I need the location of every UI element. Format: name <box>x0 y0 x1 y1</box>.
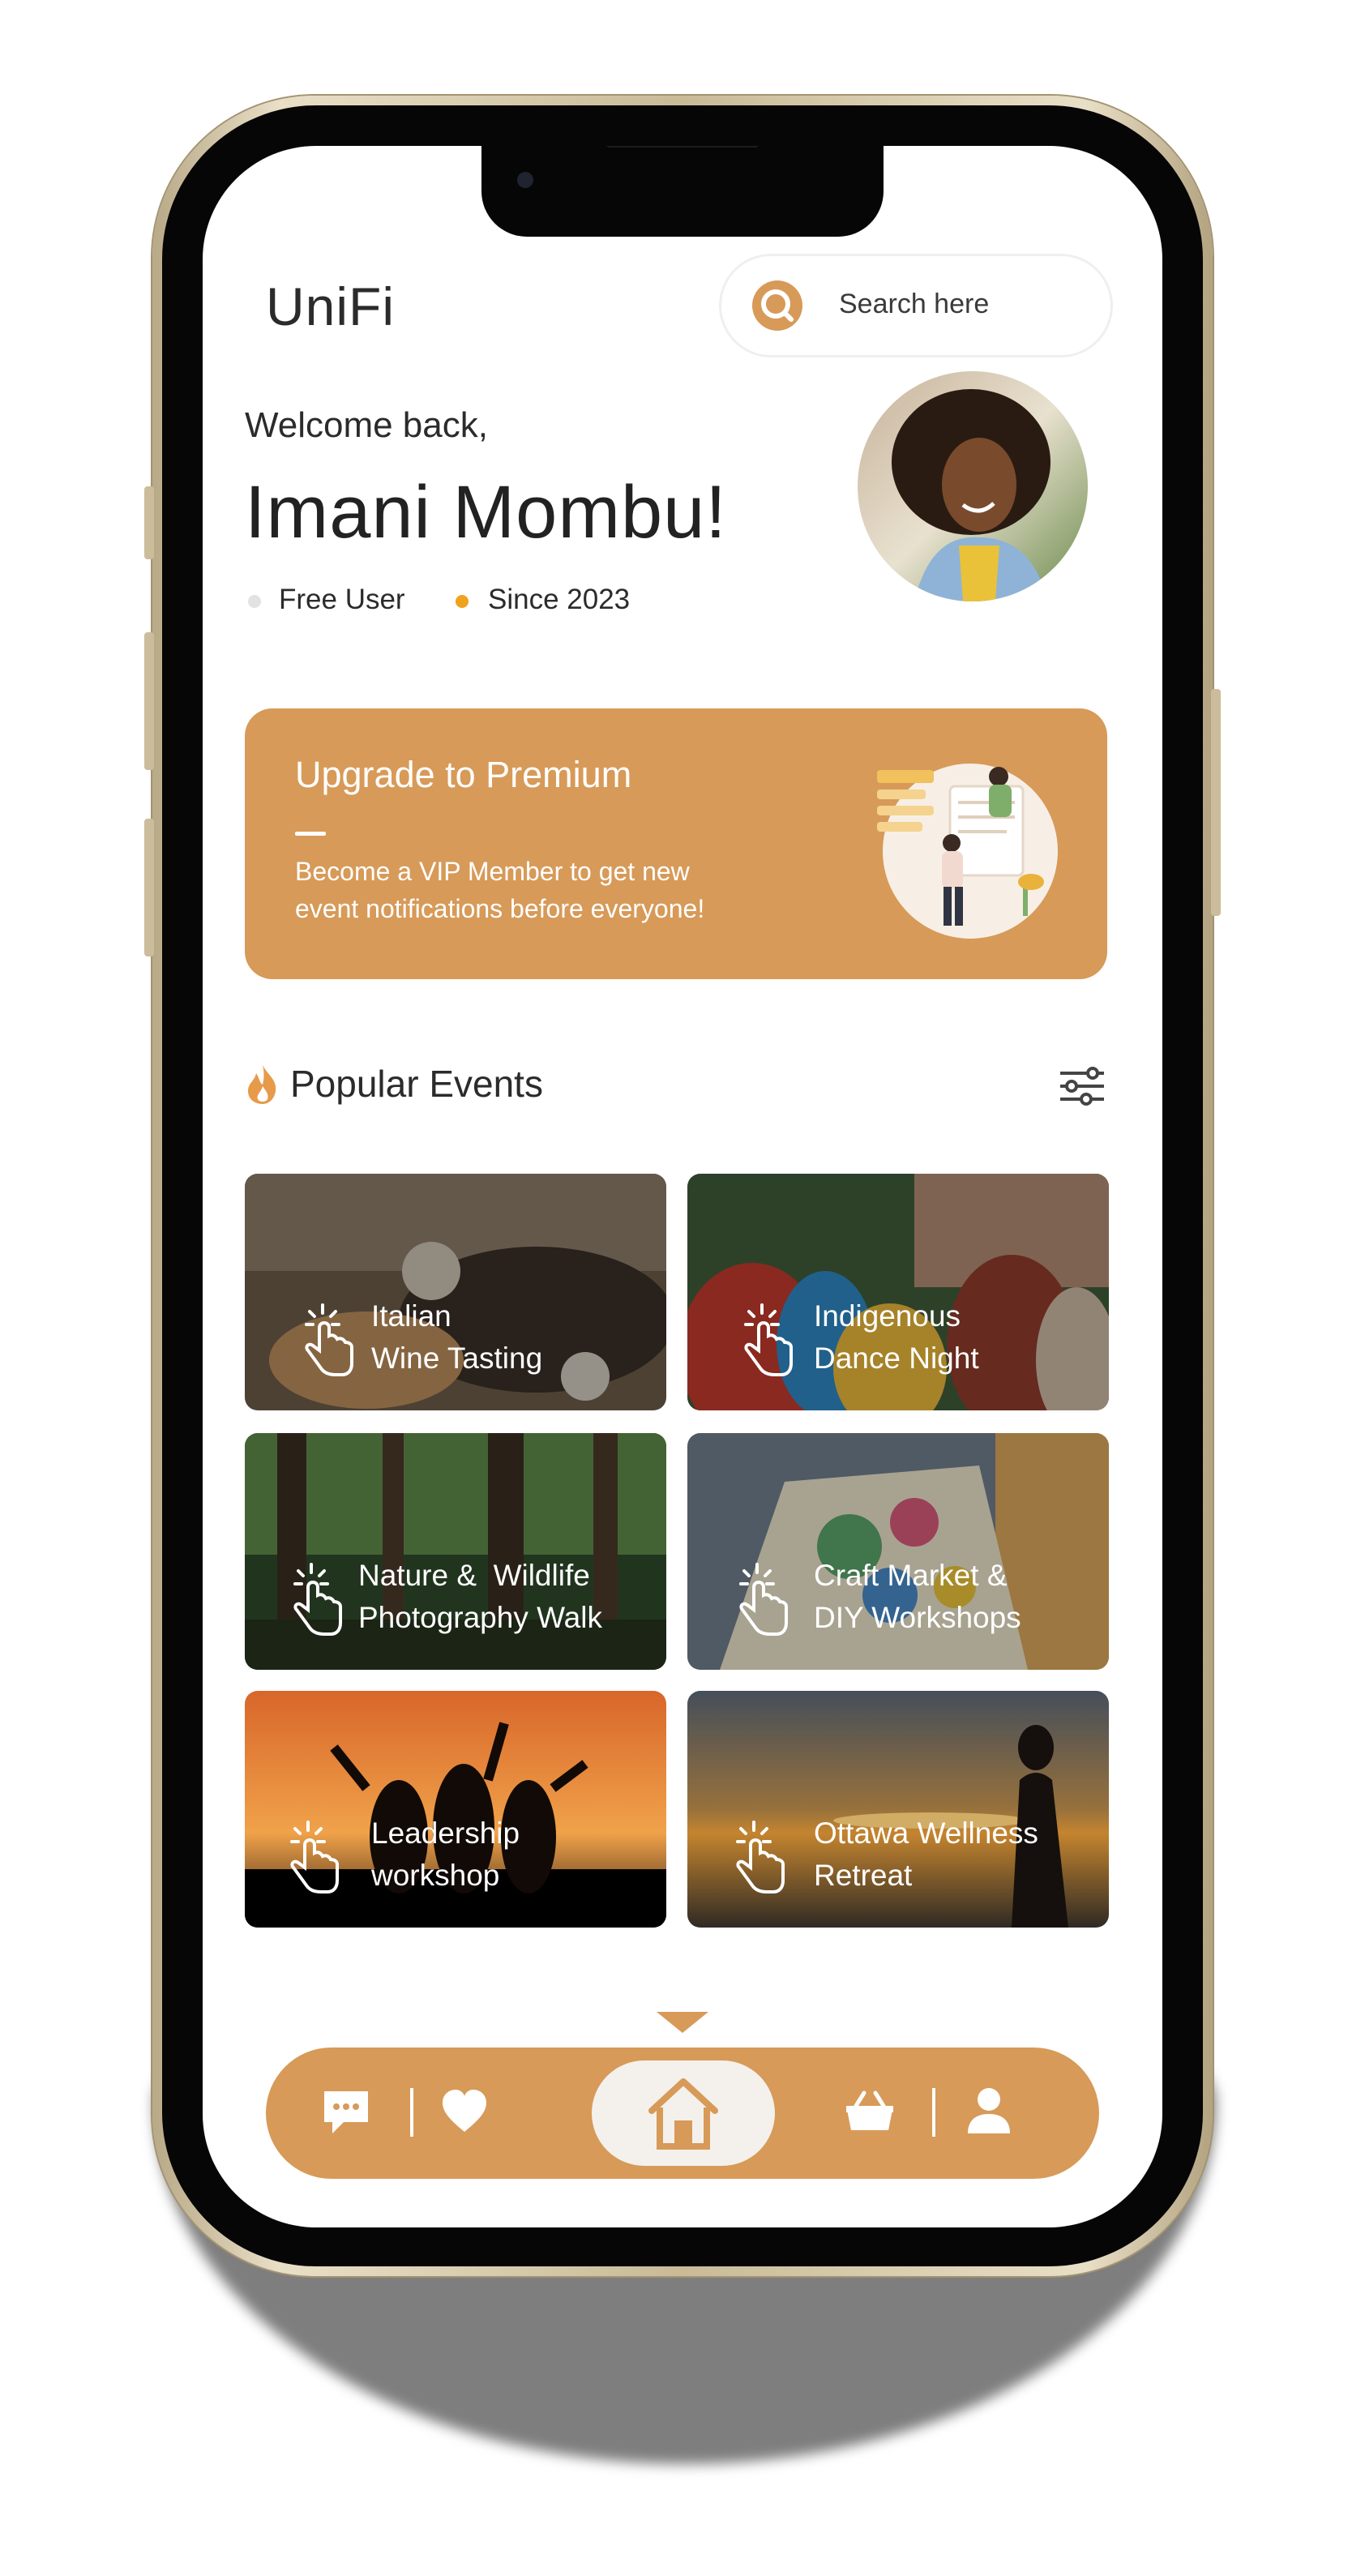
scroll-down-arrow-icon[interactable] <box>657 2012 708 2033</box>
banner-divider <box>295 832 326 836</box>
event-title: Ottawa Wellness Retreat <box>814 1812 1038 1897</box>
event-card-ottawa-wellness-retreat[interactable]: Ottawa Wellness Retreat <box>687 1691 1109 1928</box>
side-button-volume-down <box>144 819 154 956</box>
event-card-italian-wine-tasting[interactable]: Italian Wine Tasting <box>245 1174 666 1410</box>
flame-icon <box>245 1063 280 1106</box>
tap-hand-icon <box>287 1560 345 1637</box>
event-title-line2: DIY Workshops <box>814 1601 1021 1634</box>
welcome-text: Welcome back, <box>245 405 488 445</box>
home-icon[interactable] <box>645 2075 721 2151</box>
event-title-line1: Ottawa Wellness <box>814 1816 1038 1850</box>
event-title: Craft Market & DIY Workshops <box>814 1555 1021 1639</box>
app-title: UniFi <box>266 276 396 336</box>
since-tag: Since 2023 <box>488 584 631 615</box>
since-dot <box>456 595 469 608</box>
event-title: Nature & Wildlife Photography Walk <box>358 1555 602 1639</box>
event-title-line2: workshop <box>371 1859 500 1892</box>
search-placeholder: Search here <box>839 289 990 319</box>
free-user-tag: Free User <box>279 584 405 615</box>
tap-hand-icon <box>730 1817 788 1895</box>
event-title-line1: Craft Market & <box>814 1559 1008 1592</box>
popular-events-title: Popular Events <box>290 1063 543 1105</box>
bottom-nav-bar <box>266 2048 1099 2179</box>
tap-hand-icon <box>733 1560 791 1637</box>
side-button-volume-up <box>144 632 154 770</box>
event-title: Indigenous Dance Night <box>814 1295 979 1380</box>
premium-banner[interactable]: Upgrade to Premium Become a VIP Member t… <box>245 708 1107 979</box>
event-card-craft-market-diy-workshops[interactable]: Craft Market & DIY Workshops <box>687 1433 1109 1670</box>
side-button-power <box>1211 689 1221 916</box>
event-title-line1: Indigenous <box>814 1299 961 1333</box>
event-title-line2: Photography Walk <box>358 1601 602 1634</box>
user-name: Imani Mombu! <box>245 471 727 554</box>
tap-hand-icon <box>298 1300 357 1378</box>
event-title-line2: Wine Tasting <box>371 1341 543 1375</box>
speaker-grille <box>605 146 760 148</box>
event-title-line1: Italian <box>371 1299 451 1333</box>
filter-sliders-icon[interactable] <box>1057 1065 1107 1107</box>
tap-hand-icon <box>738 1300 796 1378</box>
avatar[interactable] <box>858 371 1088 601</box>
premium-illustration-icon <box>877 754 1063 940</box>
search-input[interactable]: Search here <box>721 256 1110 355</box>
event-title-line2: Retreat <box>814 1859 913 1892</box>
heart-icon[interactable] <box>439 2088 490 2135</box>
event-title-line1: Leadership <box>371 1816 520 1850</box>
banner-text: Become a VIP Member to get new event not… <box>295 857 705 923</box>
tap-hand-icon <box>284 1817 342 1895</box>
search-icon[interactable] <box>752 280 802 331</box>
event-title: Leadership workshop <box>371 1812 520 1897</box>
nav-divider <box>410 2088 413 2137</box>
basket-icon[interactable] <box>845 2088 895 2133</box>
event-title: Italian Wine Tasting <box>371 1295 542 1380</box>
event-card-nature-wildlife-photography-walk[interactable]: Nature & Wildlife Photography Walk <box>245 1433 666 1670</box>
side-button-mute <box>144 486 154 559</box>
nav-home-pill[interactable] <box>592 2060 775 2166</box>
nav-divider <box>932 2088 935 2137</box>
event-card-indigenous-dance-night[interactable]: Indigenous Dance Night <box>687 1174 1109 1410</box>
event-title-line2: Dance Night <box>814 1341 979 1375</box>
app-screen: UniFi Search here Welcome back, Imani Mo… <box>203 146 1162 2227</box>
event-card-leadership-workshop[interactable]: Leadership workshop <box>245 1691 666 1928</box>
event-title-line1: Nature & Wildlife <box>358 1559 590 1592</box>
camera-icon <box>517 172 533 188</box>
banner-title: Upgrade to Premium <box>295 754 632 795</box>
user-icon[interactable] <box>965 2085 1013 2137</box>
notch <box>481 146 884 237</box>
free-user-dot <box>248 595 261 608</box>
chat-icon[interactable] <box>319 2086 373 2138</box>
